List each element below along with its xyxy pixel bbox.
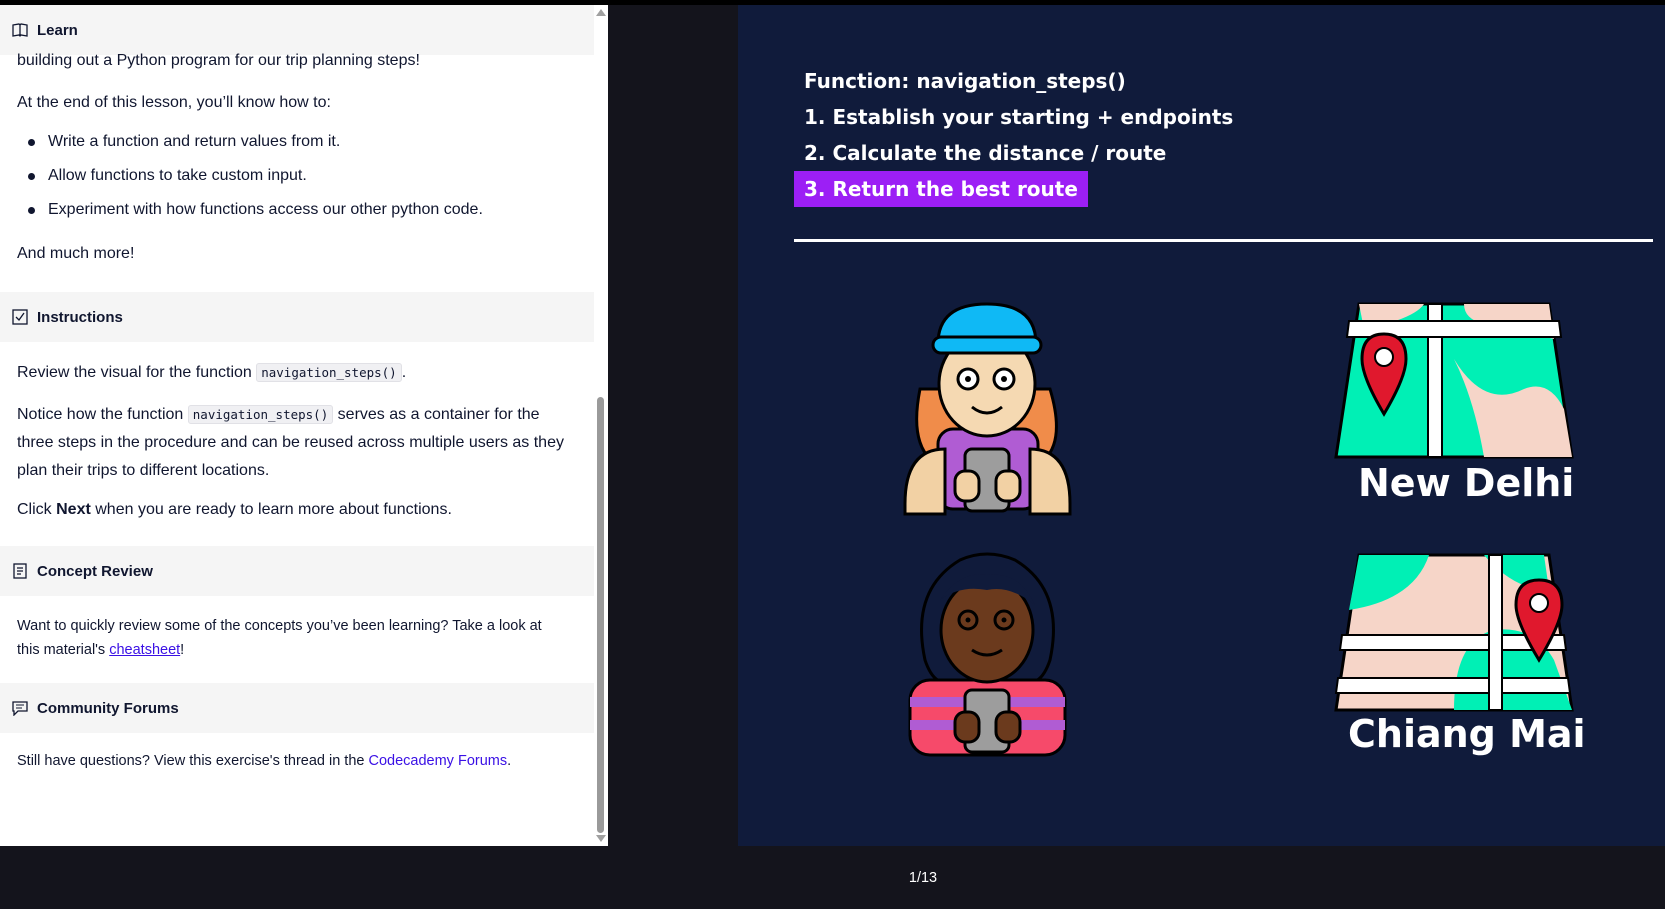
chat-icon bbox=[12, 700, 28, 716]
document-icon bbox=[12, 563, 28, 579]
slide-step-2: 2. Calculate the distance / route bbox=[804, 141, 1167, 165]
instructions-paragraph-3: Click Next when you are ready to learn m… bbox=[17, 496, 577, 524]
concept-review-text: Want to quickly review some of the conce… bbox=[17, 614, 562, 662]
concept-review-section-header[interactable]: Concept Review bbox=[0, 546, 594, 596]
bullet-dot bbox=[28, 172, 35, 180]
text: when you are ready to learn more about f… bbox=[90, 501, 452, 518]
bullet-dot bbox=[28, 138, 35, 146]
learn-heading: Learn bbox=[37, 21, 78, 39]
learn-outro-text: And much more! bbox=[17, 245, 135, 262]
city-label-new-delhi: New Delhi bbox=[1358, 461, 1575, 505]
learn-bullet: Experiment with how functions access our… bbox=[28, 201, 483, 219]
concept-review-heading: Concept Review bbox=[37, 562, 153, 580]
learn-intro-text: building out a Python program for our tr… bbox=[17, 52, 420, 69]
inline-code: navigation_steps() bbox=[187, 405, 334, 424]
lesson-slide: Function: navigation_steps() 1. Establis… bbox=[738, 5, 1665, 846]
scroll-down-arrow-icon[interactable] bbox=[596, 835, 606, 842]
bullet-text: Write a function and return values from … bbox=[48, 133, 341, 150]
learn-bullet: Allow functions to take custom input. bbox=[28, 167, 307, 185]
community-forums-text: Still have questions? View this exercise… bbox=[17, 749, 577, 773]
slide-step-3-highlighted: 3. Return the best route bbox=[794, 171, 1088, 207]
learn-bullet: Write a function and return values from … bbox=[28, 133, 340, 151]
checkbox-icon bbox=[12, 309, 28, 325]
slide-function-title: Function: navigation_steps() bbox=[804, 69, 1126, 93]
panel-gap bbox=[608, 5, 738, 846]
text: Click bbox=[17, 501, 57, 518]
bullet-text: Experiment with how functions access our… bbox=[48, 201, 483, 218]
instructions-panel[interactable]: Learn building out a Python program for … bbox=[0, 5, 608, 846]
slide-page-indicator: 1/13 bbox=[908, 870, 938, 886]
bold-text: Next bbox=[56, 501, 91, 518]
bullet-dot bbox=[28, 206, 35, 214]
scroll-up-arrow-icon[interactable] bbox=[596, 9, 606, 16]
codecademy-forums-link[interactable]: Codecademy Forums bbox=[369, 753, 508, 769]
text: . bbox=[401, 364, 407, 381]
traveler-dark-hair-illustration bbox=[908, 552, 1067, 757]
traveler-blue-hat-illustration bbox=[903, 302, 1072, 516]
book-icon bbox=[12, 22, 28, 38]
inline-code: navigation_steps() bbox=[256, 363, 402, 382]
vertical-scrollbar[interactable] bbox=[594, 5, 608, 846]
instructions-section-header[interactable]: Instructions bbox=[0, 292, 594, 342]
instructions-scroll-area[interactable]: Learn building out a Python program for … bbox=[0, 5, 594, 846]
slide-step-1: 1. Establish your starting + endpoints bbox=[804, 105, 1234, 129]
learn-lead-text: At the end of this lesson, you’ll know h… bbox=[17, 94, 331, 111]
community-forums-section-header[interactable]: Community Forums bbox=[0, 683, 594, 733]
community-forums-heading: Community Forums bbox=[37, 699, 179, 717]
bullet-text: Allow functions to take custom input. bbox=[48, 167, 307, 184]
map-new-delhi-icon bbox=[1334, 302, 1574, 459]
highlighted-step-text: 3. Return the best route bbox=[794, 171, 1088, 207]
scrollbar-thumb[interactable] bbox=[597, 397, 604, 833]
map-chiang-mai-icon bbox=[1334, 553, 1574, 712]
slide-divider bbox=[794, 239, 1653, 242]
instructions-paragraph-2: Notice how the function navigation_steps… bbox=[17, 401, 577, 485]
city-label-chiang-mai: Chiang Mai bbox=[1348, 712, 1586, 756]
text: Still have questions? View this exercise… bbox=[17, 753, 369, 769]
text: . bbox=[507, 753, 512, 769]
text: ! bbox=[180, 642, 185, 658]
cheatsheet-link[interactable]: cheatsheet bbox=[109, 642, 180, 658]
text: Want to quickly review some of the conce… bbox=[17, 618, 542, 658]
text: Notice how the function bbox=[17, 406, 188, 423]
text: Review the visual for the function bbox=[17, 364, 257, 381]
instructions-paragraph-1: Review the visual for the function navig… bbox=[17, 359, 577, 387]
instructions-heading: Instructions bbox=[37, 308, 123, 326]
